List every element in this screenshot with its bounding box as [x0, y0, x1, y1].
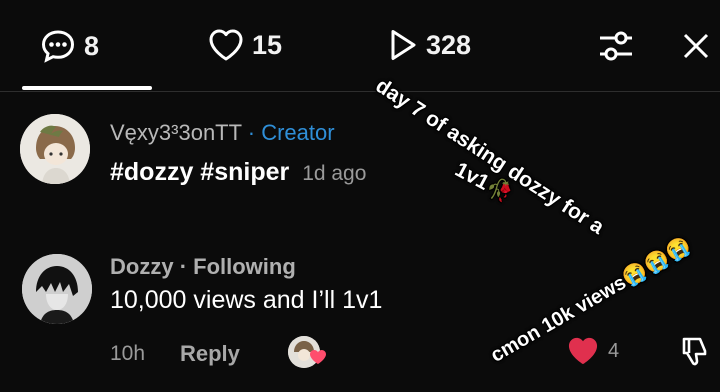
close-button[interactable]: [682, 32, 710, 65]
avatar-image: [22, 254, 92, 324]
like-count: 4: [608, 339, 620, 362]
comment-bubble-icon: [40, 28, 76, 64]
comments-tab[interactable]: 8: [40, 28, 99, 64]
sliders-icon: [600, 31, 632, 61]
comments-count: 8: [84, 30, 100, 61]
close-icon: [683, 33, 709, 59]
filter-settings-button[interactable]: [598, 30, 634, 67]
reply-time: 10h: [110, 342, 146, 365]
following-badge: · Following: [179, 254, 296, 279]
hashtags[interactable]: #dozzy #sniper: [110, 158, 289, 186]
likes-count: 15: [252, 29, 283, 60]
creator-username[interactable]: Vęxy3³3onTT: [110, 120, 242, 145]
overlay-caption-line1: day 7 of asking dozzy for a: [371, 74, 609, 239]
creator-comment-time: 1d ago: [302, 162, 367, 185]
reply-avatar[interactable]: [22, 254, 92, 324]
likes-stat[interactable]: 15: [208, 28, 282, 62]
thumbs-down-icon: [682, 337, 707, 366]
avatar-image: [20, 114, 90, 184]
like-button[interactable]: 4: [566, 336, 619, 366]
creator-username-line: Vęxy3³3onTT · Creator: [110, 120, 335, 146]
reply-username-line: Dozzy · Following: [110, 254, 296, 280]
heart-outline-icon: [208, 28, 244, 62]
play-icon: [388, 28, 418, 62]
creator-comment-text: #dozzy #sniper 1d ago: [110, 158, 366, 187]
header-divider: [0, 91, 720, 92]
creator-liked-heart-icon: [309, 349, 327, 370]
creator-avatar[interactable]: [20, 114, 90, 184]
reply-username[interactable]: Dozzy: [110, 254, 174, 279]
heart-filled-icon: [568, 337, 598, 365]
reply-comment-text: 10,000 views and I’ll 1v1: [110, 286, 383, 314]
reply-button[interactable]: Reply: [180, 341, 240, 367]
views-stat[interactable]: 328: [388, 28, 471, 62]
views-count: 328: [426, 29, 472, 60]
comments-header-bar: 8 15 328: [0, 0, 720, 92]
dislike-button[interactable]: [680, 336, 710, 373]
creator-badge: · Creator: [247, 120, 335, 145]
active-tab-indicator: [22, 86, 152, 90]
